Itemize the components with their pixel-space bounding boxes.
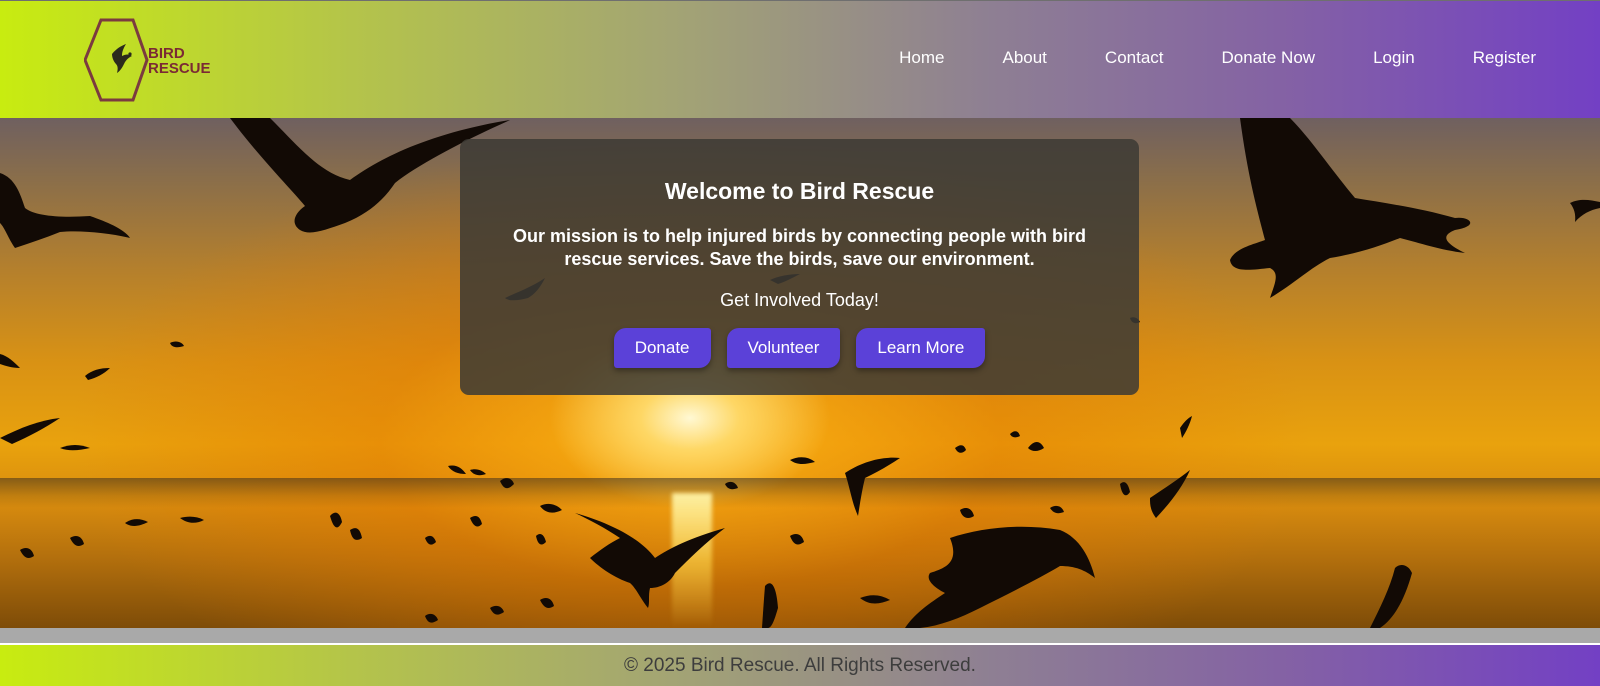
site-logo[interactable]: BIRD RESCUE xyxy=(84,18,234,102)
bird-hexagon-icon xyxy=(112,44,132,73)
nav-login[interactable]: Login xyxy=(1373,48,1415,68)
nav-donate-now[interactable]: Donate Now xyxy=(1222,48,1316,68)
copyright-text: © 2025 Bird Rescue. All Rights Reserved. xyxy=(624,655,976,676)
page: BIRD RESCUE Home About Contact Donate No… xyxy=(0,0,1600,686)
nav-register[interactable]: Register xyxy=(1473,48,1536,68)
mission-text: Our mission is to help injured birds by … xyxy=(512,226,1087,269)
learn-more-button[interactable]: Learn More xyxy=(856,328,986,368)
welcome-title: Welcome to Bird Rescue xyxy=(664,178,935,204)
get-involved-text: Get Involved Today! xyxy=(720,290,879,310)
welcome-panel: Welcome to Bird Rescue Our mission is to… xyxy=(460,139,1139,395)
hero-section: Welcome to Bird Rescue Our mission is to… xyxy=(0,118,1600,628)
volunteer-button[interactable]: Volunteer xyxy=(726,328,841,368)
donate-button[interactable]: Donate xyxy=(613,328,711,368)
nav-home[interactable]: Home xyxy=(899,48,944,68)
cta-button-group: Donate Volunteer Learn More xyxy=(460,328,1139,368)
nav-contact[interactable]: Contact xyxy=(1105,48,1164,68)
site-header: BIRD RESCUE Home About Contact Donate No… xyxy=(0,0,1600,118)
main-nav: Home About Contact Donate Now Login Regi… xyxy=(899,48,1536,68)
site-footer: © 2025 Bird Rescue. All Rights Reserved. xyxy=(0,645,1600,686)
logo-text-rescue: RESCUE xyxy=(148,60,211,77)
nav-about[interactable]: About xyxy=(1002,48,1046,68)
